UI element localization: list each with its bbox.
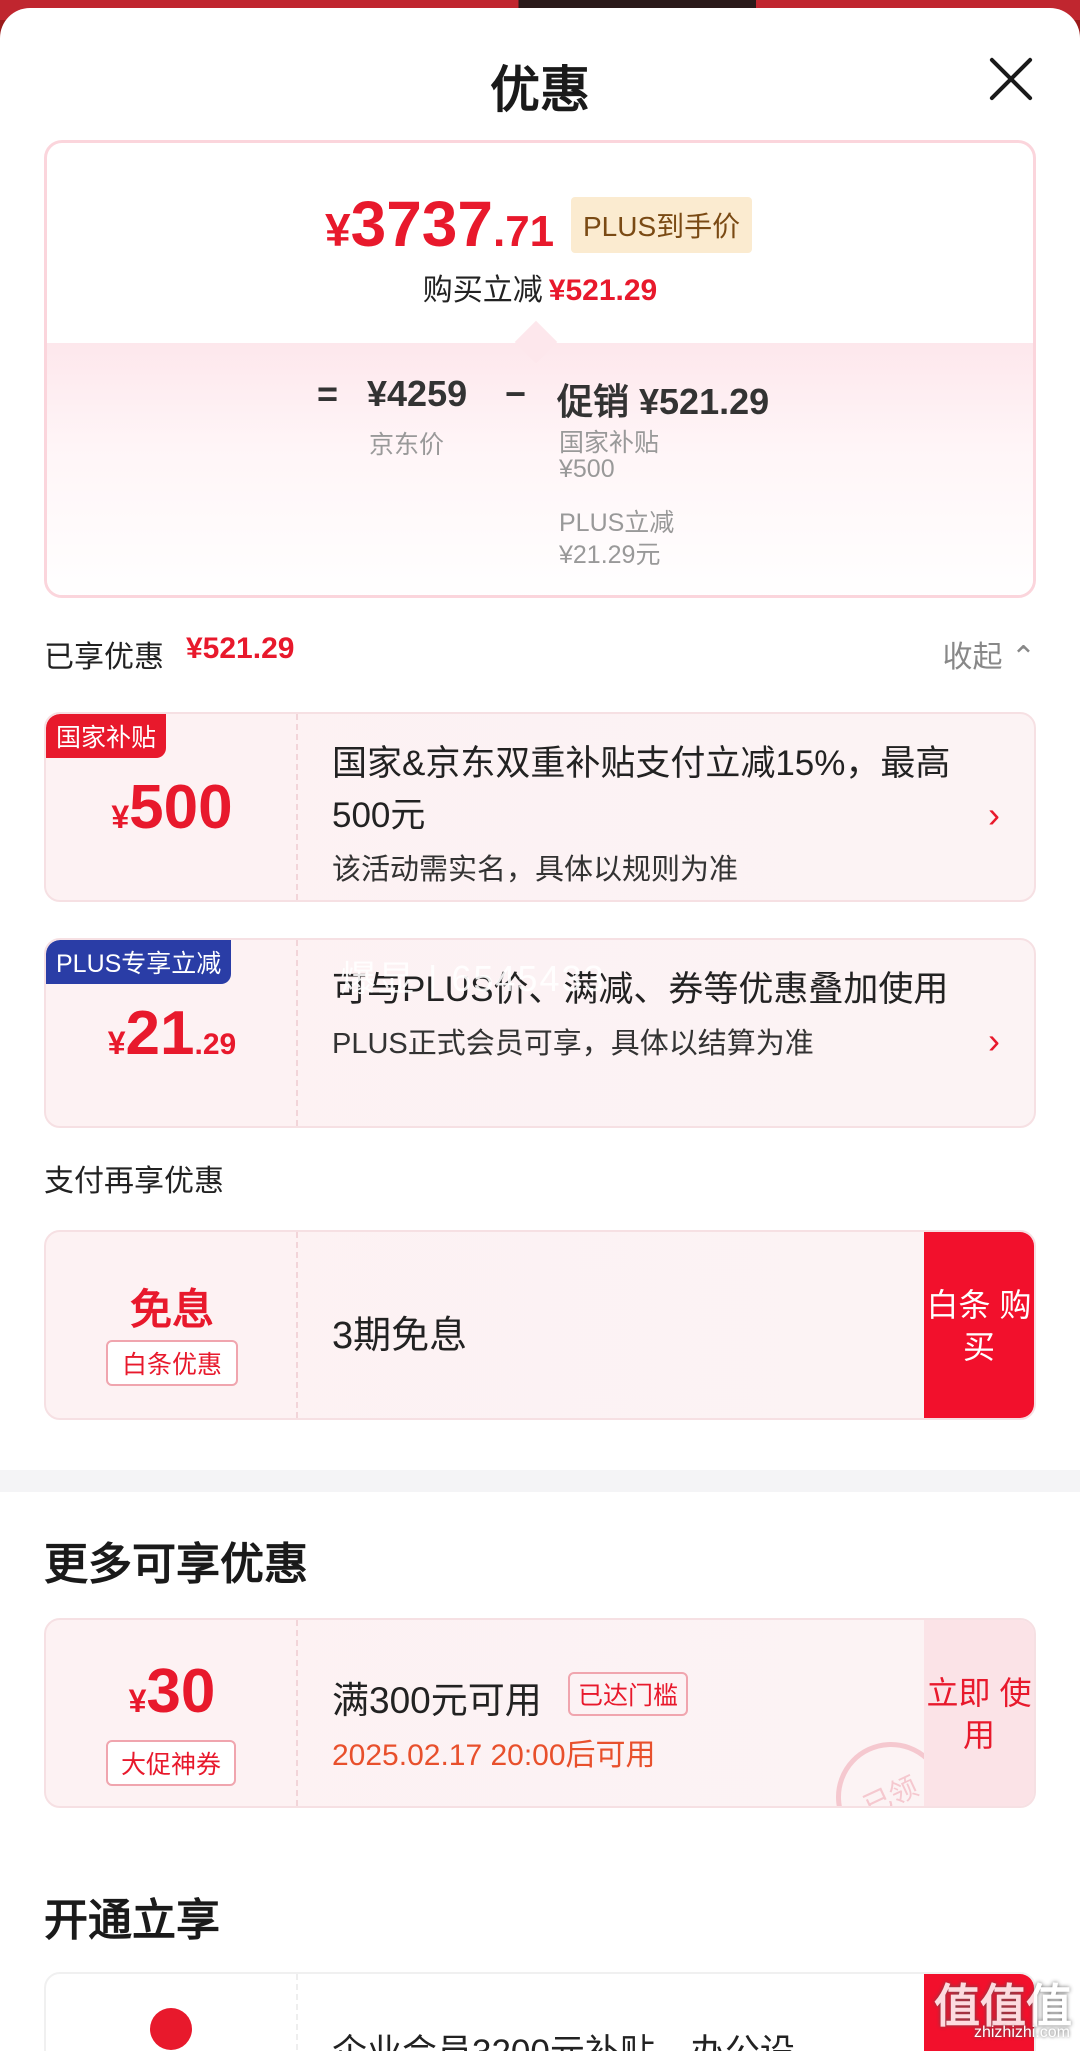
currency-symbol: ¥ <box>111 799 130 835</box>
member-card[interactable]: 企业会员3200元补贴，办公设 立即 <box>44 1972 1036 2051</box>
offer-amount: ¥500 <box>46 772 298 843</box>
currency-symbol: ¥ <box>325 204 351 256</box>
offer-card-main: 国家&京东双重补贴支付立减15%，最高500元 该活动需实名，具体以规则为准 <box>332 738 972 888</box>
offer-amount-decimal: .29 <box>194 1028 237 1061</box>
chevron-right-icon[interactable]: › <box>988 794 1000 836</box>
plus-reduce-label: PLUS立减 <box>559 509 675 537</box>
site-watermark-url: zhizhizhi.com <box>973 2024 1070 2041</box>
jd-price-label: 京东价 <box>369 431 445 459</box>
close-icon[interactable] <box>988 56 1034 102</box>
final-price-integer: 3737 <box>350 188 493 260</box>
section-divider <box>0 1470 1080 1492</box>
coupon-title: 满300元可用 <box>332 1680 542 1721</box>
baitiao-offer-badge: 白条优惠 <box>106 1340 238 1386</box>
coupon-type-badge: 大促神券 <box>106 1740 236 1786</box>
minus-sign: − <box>505 373 527 414</box>
offer-title: 国家&京东双重补贴支付立减15%，最高500元 <box>332 744 951 835</box>
sheet-title: 优惠 <box>490 62 590 118</box>
enjoyed-amount: ¥521.29 <box>186 632 295 665</box>
more-offers-title: 更多可享优惠 <box>44 1540 308 1589</box>
offer-tag: PLUS专享立减 <box>46 940 232 984</box>
price-breakdown: = ¥4259 京东价 − 促销 ¥521.29 国家补贴 ¥500 PLUS立… <box>47 343 1033 595</box>
interest-free-label: 免息 <box>129 1286 214 1333</box>
pay-offer-card[interactable]: 免息 白条优惠 3期免息 白条 购买 <box>44 1230 1036 1420</box>
member-offer-text: 企业会员3200元补贴，办公设 <box>332 2024 795 2051</box>
coupon-valid-date: 2025.02.17 20:00后可用 <box>332 1739 656 1772</box>
subsidy-amount: ¥500 <box>559 455 615 483</box>
pay-card-left: 免息 白条优惠 <box>46 1232 298 1418</box>
use-now-button[interactable]: 立即 使用 <box>924 1620 1034 1806</box>
promo-total: 促销 ¥521.29 <box>557 381 770 422</box>
offer-desc: 该活动需实名，具体以规则为准 <box>332 854 739 886</box>
subsidy-label: 国家补贴 <box>559 429 660 457</box>
price-summary-top: ¥3737.71 PLUS到手价 购买立减 ¥521.29 <box>47 143 1033 343</box>
overlay-watermark-text: 爆显 | 6545433 <box>340 958 606 999</box>
installment-text: 3期免息 <box>332 1315 468 1357</box>
offer-desc: PLUS正式会员可享，具体以结算为准 <box>332 1028 814 1060</box>
coupon-card[interactable]: ¥30 大促神券 满300元可用 已达门槛 2025.02.17 20:00后可… <box>44 1618 1036 1808</box>
enjoyed-discount-row: 已享优惠 ¥521.29 收起 ⌃ <box>44 632 1036 674</box>
buy-reduce-amount: ¥521.29 <box>548 274 658 307</box>
buy-reduce-line: 购买立减 ¥521.29 <box>47 265 1033 309</box>
offer-card-left: PLUS专享立减 ¥21.29 <box>46 940 298 1126</box>
offer-amount-number: 21 <box>125 999 195 1068</box>
member-card-left <box>46 1974 298 2051</box>
person-icon <box>150 2008 192 2050</box>
jd-price: ¥4259 <box>367 373 468 414</box>
offer-card-left: 国家补贴 ¥500 <box>46 714 298 900</box>
threshold-badge: 已达门槛 <box>568 1672 689 1716</box>
chevron-right-icon[interactable]: › <box>988 1020 1000 1062</box>
coupon-card-left: ¥30 大促神券 <box>46 1620 298 1806</box>
offer-card-subsidy[interactable]: 国家补贴 ¥500 国家&京东双重补贴支付立减15%，最高500元 该活动需实名… <box>44 712 1036 902</box>
open-enjoy-title: 开通立享 <box>44 1896 220 1945</box>
final-price: ¥3737.71 <box>325 187 554 261</box>
plus-reduce-amount: ¥21.29元 <box>559 541 661 569</box>
offer-tag: 国家补贴 <box>46 714 167 758</box>
baitiao-buy-button[interactable]: 白条 购买 <box>924 1232 1034 1418</box>
sheet-header: 优惠 <box>0 8 1080 148</box>
currency-symbol: ¥ <box>128 1683 147 1719</box>
coupon-amount-number: 30 <box>146 1657 216 1726</box>
plus-price-tag: PLUS到手价 <box>571 197 753 253</box>
buy-reduce-label: 购买立减 <box>422 274 543 307</box>
equals-sign: = <box>317 373 339 414</box>
currency-symbol: ¥ <box>107 1025 126 1061</box>
pay-section-label: 支付再享优惠 <box>44 1165 224 1198</box>
offer-amount: ¥21.29 <box>46 998 298 1069</box>
offer-amount-number: 500 <box>129 773 233 842</box>
coupon-amount: ¥30 <box>46 1656 298 1727</box>
enjoyed-label: 已享优惠 <box>44 641 164 674</box>
collapse-button[interactable]: 收起 ⌃ <box>943 632 1036 676</box>
final-price-decimal: .71 <box>492 207 555 256</box>
price-summary-box: ¥3737.71 PLUS到手价 购买立减 ¥521.29 = ¥4259 京东价… <box>44 140 1036 598</box>
